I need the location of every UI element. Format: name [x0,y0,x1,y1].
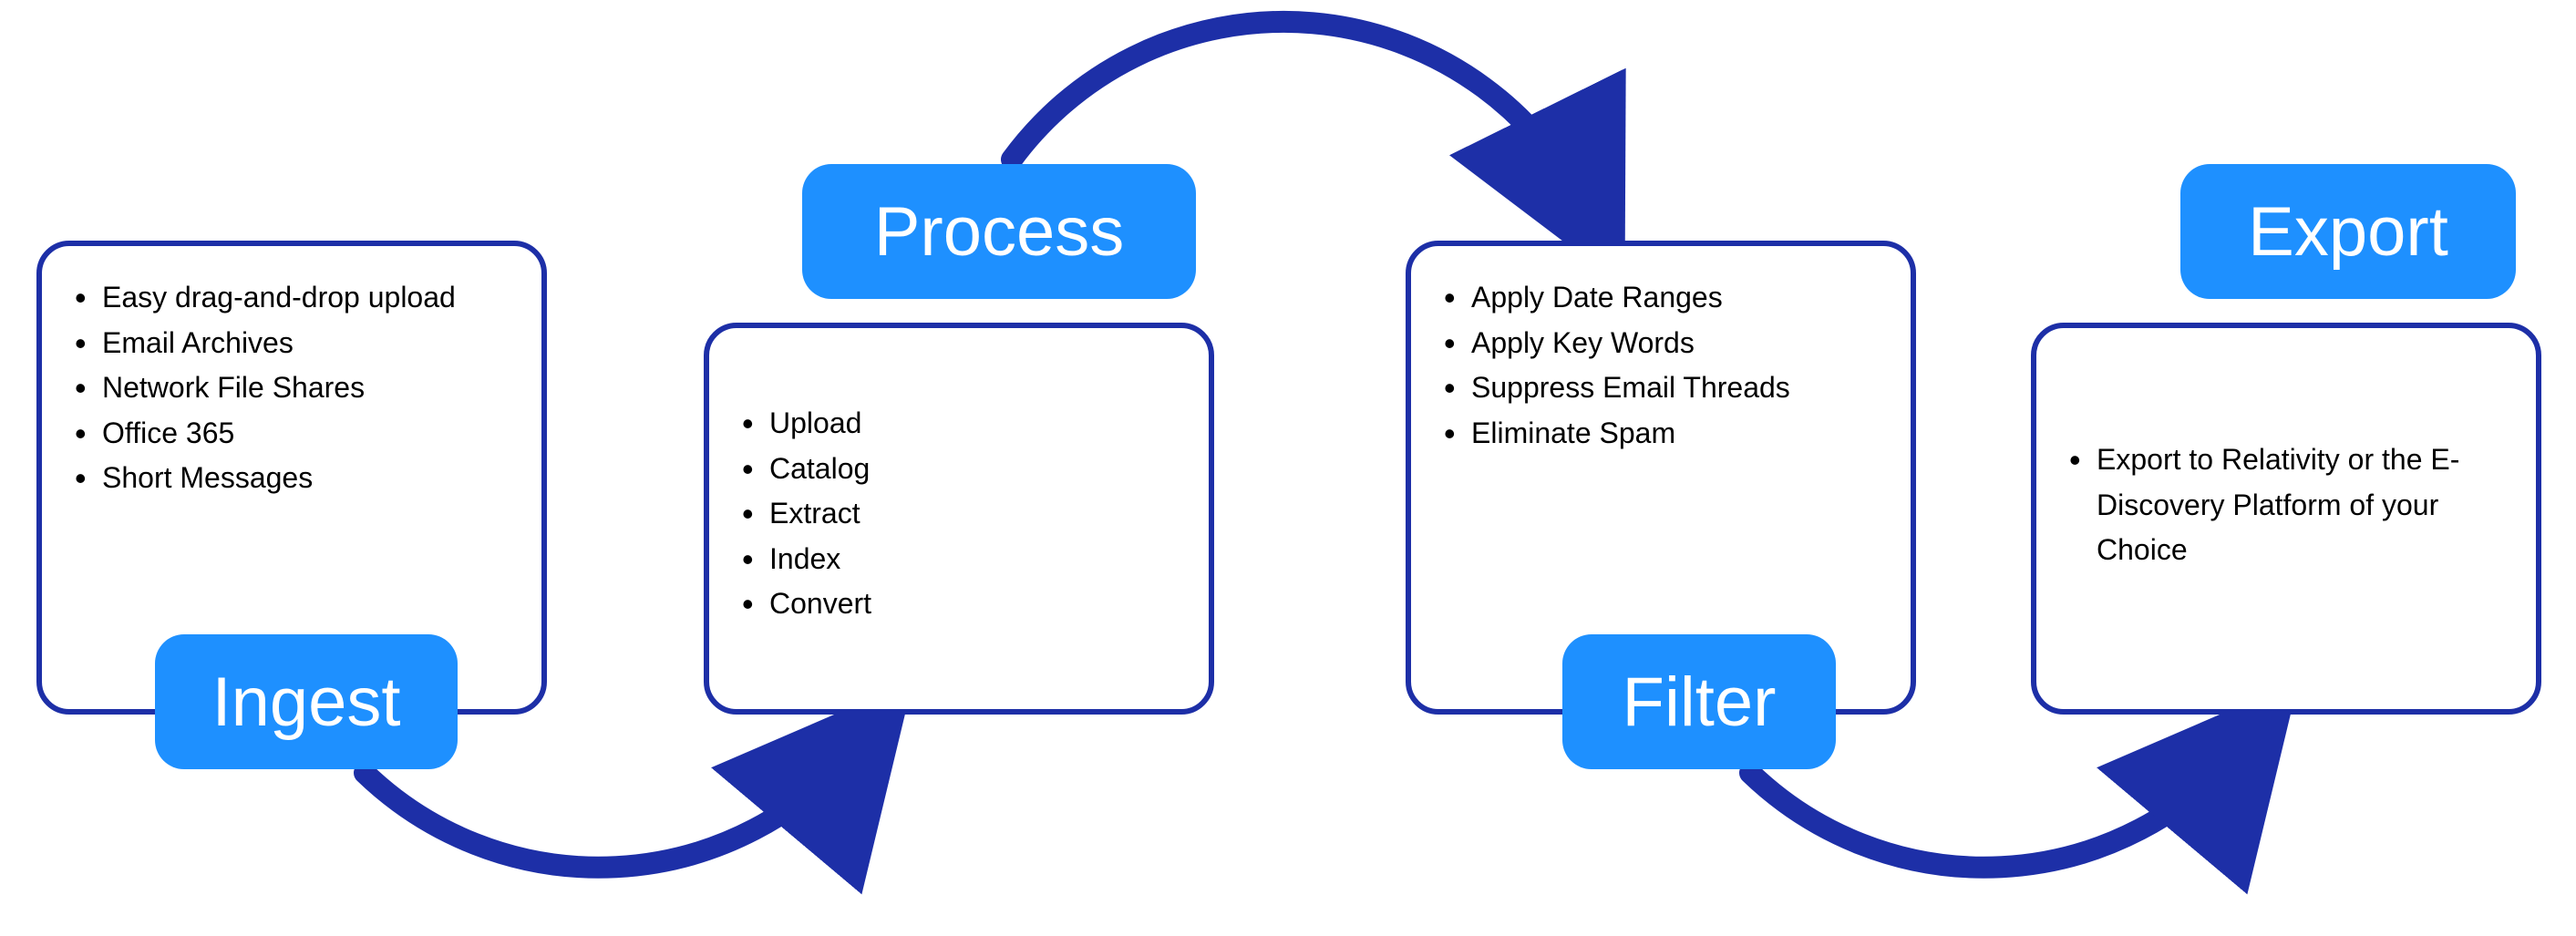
stage-item: Apply Date Ranges [1444,275,1878,321]
stage-card-export: Export to Relativity or the E-Discovery … [2031,323,2541,715]
stage-item: Network File Shares [75,365,509,411]
workflow-diagram: Easy drag-and-drop upload Email Archives… [0,0,2576,936]
stage-item: Index [742,537,1176,582]
stage-items-filter: Apply Date Ranges Apply Key Words Suppre… [1444,275,1878,456]
stage-item: Catalog [742,447,1176,492]
stage-item: Office 365 [75,411,509,457]
stage-card-process: Upload Catalog Extract Index Convert [704,323,1214,715]
stage-item: Extract [742,491,1176,537]
stage-item: Eliminate Spam [1444,411,1878,457]
stage-items-export: Export to Relativity or the E-Discovery … [2069,437,2503,573]
arrow-filter-to-export [1750,747,2242,868]
stage-title-filter: Filter [1562,634,1836,769]
stage-item: Short Messages [75,456,509,501]
stage-items-ingest: Easy drag-and-drop upload Email Archives… [75,275,509,501]
stage-item: Easy drag-and-drop upload [75,275,509,321]
stage-item: Export to Relativity or the E-Discovery … [2069,437,2503,573]
stage-item: Email Archives [75,321,509,366]
stage-item: Apply Key Words [1444,321,1878,366]
stage-items-process: Upload Catalog Extract Index Convert [742,401,1176,627]
stage-title-export: Export [2180,164,2516,299]
stage-title-ingest: Ingest [155,634,458,769]
stage-item: Convert [742,581,1176,627]
stage-item: Suppress Email Threads [1444,365,1878,411]
stage-item: Upload [742,401,1176,447]
stage-title-process: Process [802,164,1196,299]
